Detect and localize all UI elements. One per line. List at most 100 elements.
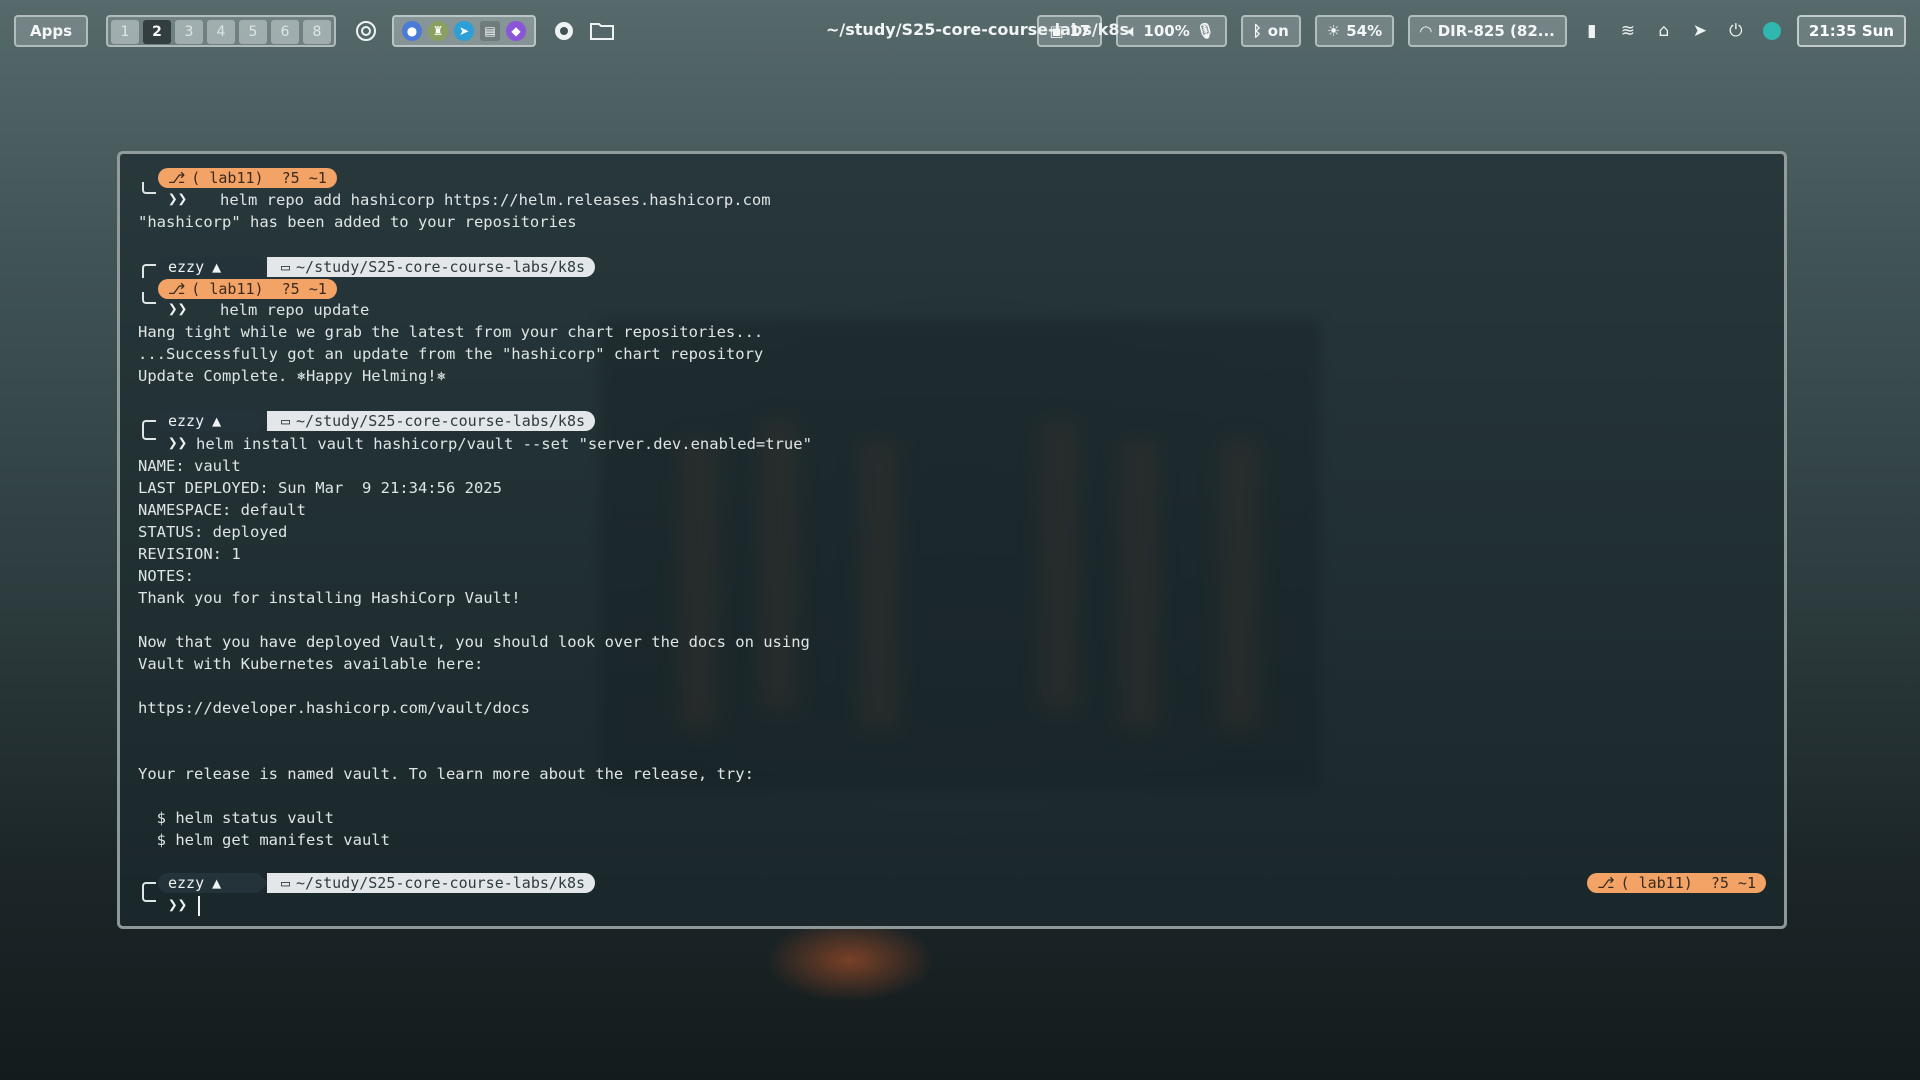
- output-line: NAMESPACE: default: [138, 501, 306, 519]
- prompt-user: ezzy: [168, 874, 205, 892]
- power-icon[interactable]: ⏻: [1725, 20, 1747, 42]
- git-status-text: ( lab11) ?5 ~1: [1620, 874, 1756, 892]
- chromium-icon[interactable]: ●: [402, 21, 423, 41]
- prompt-corner: [142, 264, 156, 278]
- prompt-user-segment: ezzy ▲: [158, 257, 258, 277]
- output-line: REVISION: 1: [138, 545, 241, 563]
- output-line: $ helm get manifest vault: [138, 831, 390, 849]
- prompt-dir-segment: ▭ ~/study/S25-core-course-labs/k8s: [267, 411, 596, 431]
- volume-widget[interactable]: 🔈︎ 100% 🎙︎: [1116, 15, 1227, 47]
- workspace-4[interactable]: 4: [207, 20, 236, 44]
- keyboard-layout-icon[interactable]: ⌂: [1653, 20, 1675, 42]
- prompt-chevron: ❯❯: [168, 433, 188, 452]
- obsidian-icon[interactable]: ◆: [506, 21, 527, 41]
- arch-icon: ▲: [212, 412, 222, 430]
- output-line: "hashicorp" has been added to your repos…: [138, 213, 577, 231]
- output-line: $ helm status vault: [138, 809, 334, 827]
- chatgpt-icon[interactable]: [352, 17, 380, 45]
- command-line: helm install vault hashicorp/vault --set…: [196, 435, 812, 453]
- workspace-3[interactable]: 3: [175, 20, 204, 44]
- bluetooth-widget[interactable]: ᛒ on: [1240, 15, 1301, 47]
- git-status-text: ( lab11) ?5 ~1: [191, 280, 327, 298]
- clock[interactable]: 21:35 Sun: [1796, 15, 1906, 47]
- folder-small-icon: ▭: [281, 258, 291, 276]
- workspace-6[interactable]: 6: [271, 20, 300, 44]
- brightness-level: 54%: [1346, 22, 1383, 40]
- command-line: helm repo add hashicorp https://helm.rel…: [192, 191, 771, 209]
- output-line: NAME: vault: [138, 457, 241, 475]
- stats-icon[interactable]: ▮: [1581, 20, 1603, 42]
- command-line: helm repo update: [192, 301, 370, 319]
- arch-icon: ▲: [212, 874, 222, 892]
- git-status-pill: ⎇ ( lab11) ?5 ~1: [1587, 873, 1766, 893]
- folder-small-icon: ▭: [281, 412, 291, 430]
- system-tray: ▣ 17 🔈︎ 100% 🎙︎ ᛒ on ☀︎ 54% ◠ DIR-825 (8…: [1037, 15, 1906, 47]
- workspace-8[interactable]: 8: [303, 20, 332, 44]
- telegram-tray-icon[interactable]: ➤: [1689, 20, 1711, 42]
- brightness-widget[interactable]: ☀︎ 54%: [1314, 15, 1395, 47]
- output-line: NOTES:: [138, 567, 194, 585]
- volume-level: 100%: [1143, 22, 1190, 40]
- branch-icon: ⎇: [168, 169, 186, 187]
- wifi-widget[interactable]: ◠ DIR-825 (82...: [1408, 15, 1567, 47]
- output-line: Your release is named vault. To learn mo…: [138, 765, 754, 783]
- git-status-pill: ⎇ ( lab11) ?5 ~1: [158, 279, 337, 299]
- package-updates[interactable]: ▣ 17: [1037, 15, 1103, 47]
- text-cursor[interactable]: [198, 896, 200, 916]
- branch-icon: ⎇: [168, 280, 186, 298]
- workspace-1[interactable]: 1: [111, 20, 140, 44]
- prompt-corner: [142, 426, 156, 440]
- prompt-user-segment: ezzy ▲: [158, 411, 258, 431]
- workspace-2[interactable]: 2: [143, 20, 172, 44]
- prompt-user: ezzy: [168, 258, 205, 276]
- output-line: ...Successfully got an update from the "…: [138, 345, 764, 363]
- workspace-5[interactable]: 5: [239, 20, 268, 44]
- output-line: STATUS: deployed: [138, 523, 288, 541]
- user-avatar-icon[interactable]: [1761, 20, 1783, 42]
- wifi-icon: ◠: [1420, 22, 1432, 40]
- prompt-user-segment: ezzy ▲: [158, 873, 258, 893]
- telegram-icon[interactable]: ➤: [454, 21, 475, 41]
- files-icon[interactable]: ▤: [480, 21, 501, 41]
- brightness-icon: ☀︎: [1326, 22, 1341, 40]
- folder-icon[interactable]: [588, 17, 616, 45]
- branch-icon: ⎇: [1597, 874, 1615, 892]
- package-icon: ▣: [1049, 22, 1064, 40]
- output-line: Vault with Kubernetes available here:: [138, 655, 484, 673]
- bluetooth-status: on: [1267, 22, 1289, 40]
- firefox-icon[interactable]: [550, 17, 578, 45]
- prompt-dir-segment: ▭ ~/study/S25-core-course-labs/k8s: [267, 257, 596, 277]
- arch-icon: ▲: [212, 258, 222, 276]
- output-line: Thank you for installing HashiCorp Vault…: [138, 589, 521, 607]
- workspace-switcher: 1 2 3 4 5 6 8: [106, 15, 337, 47]
- output-line: Now that you have deployed Vault, you sh…: [138, 633, 810, 651]
- speaker-muted-icon: 🔈︎: [1128, 22, 1138, 40]
- running-apps: ● ♜ ➤ ▤ ◆: [392, 15, 537, 47]
- apps-button[interactable]: Apps: [14, 15, 89, 47]
- prompt-dir-segment: ▭ ~/study/S25-core-course-labs/k8s: [267, 873, 596, 893]
- output-line: Hang tight while we grab the latest from…: [138, 323, 764, 341]
- prompt-dir: ~/study/S25-core-course-labs/k8s: [296, 258, 586, 276]
- git-status-text: ( lab11) ?5 ~1: [191, 169, 327, 187]
- prompt-user: ezzy: [168, 412, 205, 430]
- prompt-corner: [142, 292, 156, 304]
- output-line[interactable]: https://developer.hashicorp.com/vault/do…: [138, 697, 530, 719]
- layers-icon[interactable]: ≋: [1617, 20, 1639, 42]
- prompt-dir: ~/study/S25-core-course-labs/k8s: [296, 412, 586, 430]
- python-icon[interactable]: ♜: [428, 21, 449, 41]
- prompt-chevron: ❯❯: [168, 189, 188, 208]
- folder-small-icon: ▭: [281, 874, 291, 892]
- prompt-dir: ~/study/S25-core-course-labs/k8s: [296, 874, 586, 892]
- prompt-chevron: ❯❯: [168, 299, 188, 318]
- bluetooth-icon: ᛒ: [1252, 22, 1262, 40]
- prompt-corner: [142, 888, 156, 902]
- terminal-window[interactable]: ⎇ ( lab11) ?5 ~1 ❯❯ helm repo add hashic…: [117, 151, 1787, 929]
- package-count: 17: [1069, 22, 1091, 40]
- prompt-corner: [142, 182, 156, 194]
- microphone-icon: 🎙︎: [1195, 22, 1215, 40]
- git-status-pill: ⎇ ( lab11) ?5 ~1: [158, 168, 337, 188]
- prompt-chevron: ❯❯: [168, 895, 188, 914]
- wifi-network: DIR-825 (82...: [1437, 22, 1555, 40]
- output-line: LAST DEPLOYED: Sun Mar 9 21:34:56 2025: [138, 479, 502, 497]
- output-line: Update Complete. ⎈Happy Helming!⎈: [138, 367, 446, 385]
